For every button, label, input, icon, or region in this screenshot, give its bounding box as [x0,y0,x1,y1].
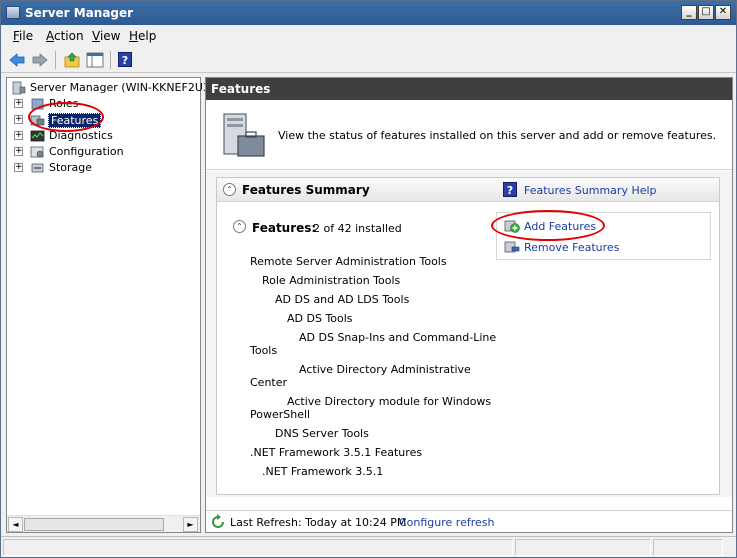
features-icon [30,115,45,126]
features-summary-header: ⌃ Features Summary ? Features Summary He… [217,178,719,202]
tree-item-label: Storage [49,161,93,174]
tree-root[interactable]: Server Manager (WIN-KKNEF2U3H [7,80,218,96]
feature-item-wrap: PowerShell [250,408,311,421]
tree-item-label: Features [48,113,102,128]
server-manager-window: Server Manager _ □ ✕ File Action View He… [0,0,737,558]
expand-diagnostics-icon[interactable]: + [14,131,23,140]
title-bar[interactable]: Server Manager _ □ ✕ [1,1,736,25]
tree-horizontal-scrollbar[interactable]: ◄ ► [7,515,200,532]
expand-configuration-icon[interactable]: + [14,147,23,156]
toolbar: ? [1,47,736,73]
menu-view[interactable]: View [92,29,120,43]
summary-area[interactable]: ⌃ Features Summary ? Features Summary He… [206,171,732,497]
expand-roles-icon[interactable]: + [14,99,23,108]
features-summary-box: ⌃ Features Summary ? Features Summary He… [216,177,720,495]
feature-item-wrap: Center [250,376,288,389]
window-status-bar [1,536,736,557]
configuration-icon [30,146,44,158]
tree-item-label: Roles [49,97,79,110]
forward-arrow-icon[interactable] [31,51,49,69]
collapse-summary-icon[interactable]: ⌃ [223,183,236,196]
scroll-right-icon[interactable]: ► [183,517,198,532]
minimize-button[interactable]: _ [681,5,697,20]
toolbar-separator [110,51,111,69]
close-button[interactable]: ✕ [715,5,731,20]
tree-item-label: Diagnostics [49,129,113,142]
feature-item: AD DS Tools [287,312,353,325]
scroll-left-icon[interactable]: ◄ [8,517,23,532]
add-features-icon[interactable] [504,217,520,233]
server-icon [12,81,26,95]
server-manager-app-icon [6,6,20,19]
status-segment [3,539,513,556]
summary-help-icon[interactable]: ? [503,182,517,197]
content-header-title: Features [206,78,732,100]
features-summary-help-link[interactable]: Features Summary Help [524,184,657,197]
show-hide-tree-icon[interactable] [86,51,104,69]
tree-root-label: Server Manager (WIN-KKNEF2U3H [30,81,219,94]
feature-item: Active Directory module for Windows [287,395,492,408]
menu-help[interactable]: Help [129,29,156,43]
feature-item: AD DS Snap-Ins and Command-Line [299,331,497,344]
status-segment [515,539,651,556]
back-arrow-icon[interactable] [8,51,26,69]
navigation-tree[interactable]: Server Manager (WIN-KKNEF2U3H + Roles + … [6,77,218,533]
menu-bar: File Action View Help [1,26,736,46]
features-installed-count: 2 of 42 installed [313,222,402,235]
features-server-icon [223,113,265,157]
remove-features-icon[interactable] [504,238,520,254]
feature-item-wrap: Tools [250,344,278,357]
feature-item: .NET Framework 3.5.1 [262,465,384,478]
expand-features-icon[interactable]: + [14,115,23,124]
feature-item: AD DS and AD LDS Tools [275,293,410,306]
feature-item: .NET Framework 3.5.1 Features [250,446,423,459]
roles-icon [31,98,44,110]
scroll-thumb[interactable] [24,518,164,531]
refresh-status-bar: Last Refresh: Today at 10:24 PM Configur… [206,510,732,532]
refresh-icon [212,514,224,528]
features-label: Features: [252,221,317,235]
storage-icon [31,163,44,173]
collapse-features-icon[interactable]: ⌃ [233,220,246,233]
configure-refresh-link[interactable]: Configure refresh [399,516,494,529]
add-features-link[interactable]: Add Features [524,220,596,233]
feature-item: Role Administration Tools [262,274,401,287]
last-refresh-text: Last Refresh: Today at 10:24 PM [230,516,407,529]
features-hero: View the status of features installed on… [206,100,732,170]
up-folder-icon[interactable] [63,51,81,69]
features-summary-title: Features Summary [242,183,370,197]
diagnostics-icon [30,130,45,142]
toolbar-help-icon[interactable]: ? [118,52,132,67]
remove-features-link[interactable]: Remove Features [524,241,619,254]
window-title: Server Manager [25,6,134,20]
feature-item: Active Directory Administrative [299,363,471,376]
menu-action[interactable]: Action [46,29,84,43]
menu-file[interactable]: File [13,29,33,43]
features-content-pane: Features View the status of features ins… [205,77,733,533]
feature-item: Remote Server Administration Tools [250,255,447,268]
status-segment [653,539,723,556]
expand-storage-icon[interactable]: + [14,163,23,172]
maximize-button[interactable]: □ [698,5,714,20]
toolbar-separator [55,51,56,69]
features-description: View the status of features installed on… [278,129,717,142]
feature-actions: Add Features Remove Features [496,212,711,260]
feature-item: DNS Server Tools [275,427,369,440]
tree-item-label: Configuration [49,145,124,158]
